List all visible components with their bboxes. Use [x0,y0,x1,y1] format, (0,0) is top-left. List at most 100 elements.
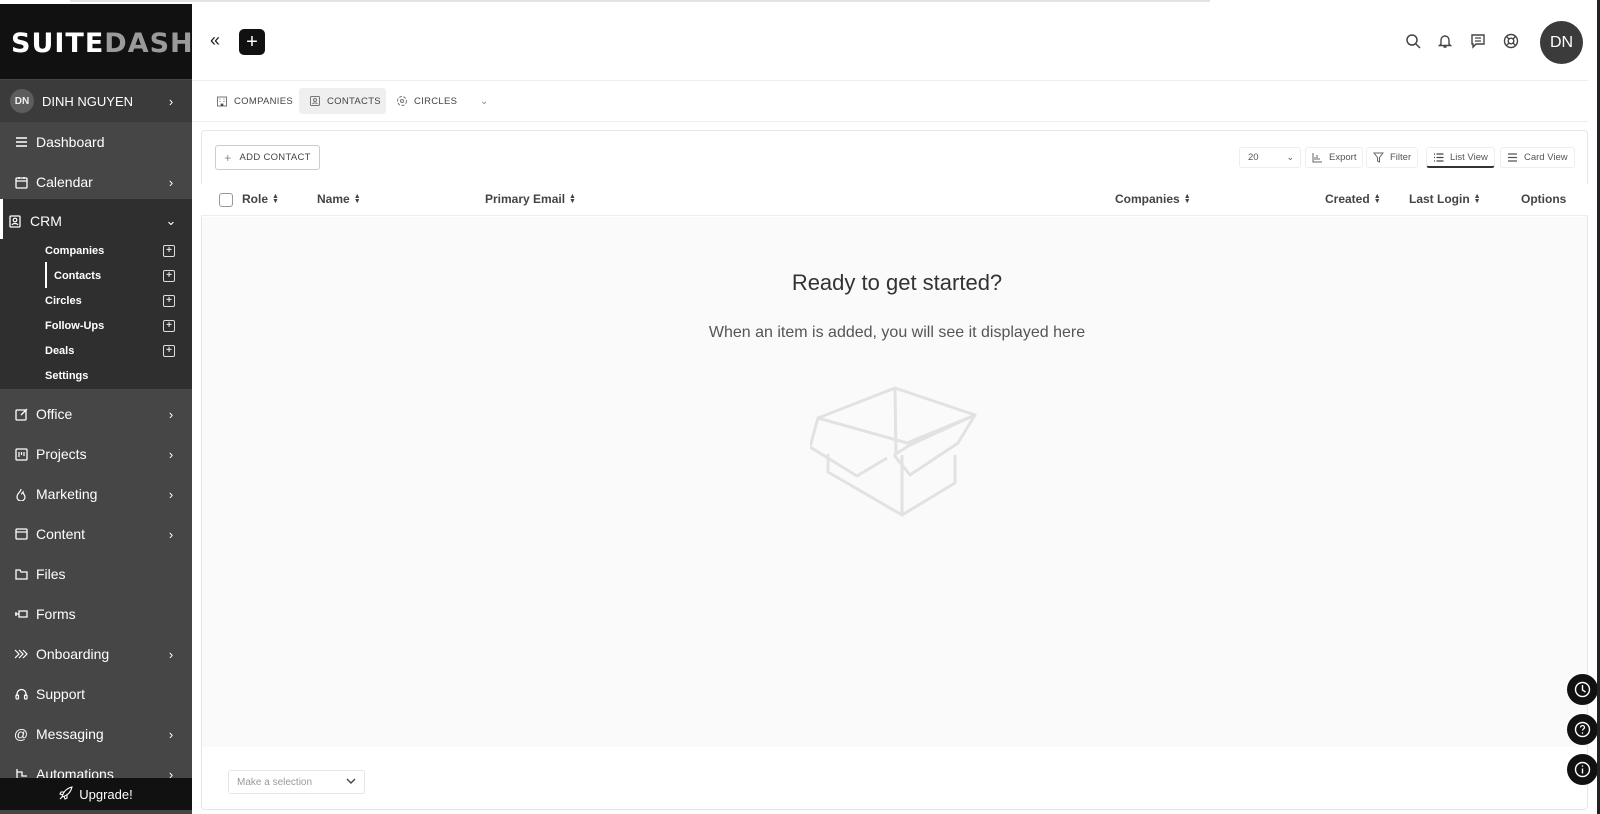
nav-messaging-label: Messaging [36,726,104,742]
empty-state-subtitle: When an item is added, you will see it d… [708,324,1086,341]
nav-calendar[interactable]: Calendar › [0,162,192,202]
sidebar-item-label: Deals [45,345,75,357]
building-icon [216,95,228,107]
lifebuoy-icon[interactable] [1503,33,1521,51]
logo[interactable]: SUITEDASH [11,28,194,59]
tab-companies[interactable]: COMPANIES [216,88,293,114]
upgrade-button[interactable]: Upgrade! [0,778,192,810]
user-name: DINH NGUYEN [42,93,134,109]
user-avatar-large[interactable]: DN [1540,21,1583,64]
nav-calendar-label: Calendar [36,174,93,190]
bell-icon[interactable] [1437,33,1455,51]
sidebar-item-settings[interactable]: Settings [45,366,175,386]
column-primary-email[interactable]: Primary Email ▲ ▼ [485,192,576,206]
collapse-sidebar-icon[interactable]: « [210,30,220,51]
sidebar-item-label: Settings [45,370,89,382]
nav-forms[interactable]: Forms [0,594,192,634]
sort-icon: ▲ ▼ [569,193,576,205]
add-contact-button[interactable]: + ADD CONTACT [215,145,320,170]
column-label: Options [1521,192,1567,206]
chevron-right-icon: › [168,406,174,422]
at-icon: @ [13,726,29,742]
sidebar-item-followups[interactable]: Follow-Ups + [45,316,175,336]
chevron-down-icon: ⌄ [165,213,177,228]
sidebar-item-contacts[interactable]: Contacts + [54,266,175,286]
nav-dashboard[interactable]: Dashboard [0,122,192,162]
top-header [192,4,1588,81]
add-followup-icon[interactable]: + [163,320,175,332]
sort-icon: ▲ ▼ [1473,193,1481,205]
nav-support[interactable]: Support [0,674,192,714]
sort-icon: ▲ ▼ [353,193,361,205]
export-button[interactable]: Export [1305,147,1364,168]
column-label: Last Login [1409,192,1470,206]
sidebar-item-companies[interactable]: Companies + [45,241,175,261]
sidebar-item-deals[interactable]: Deals + [45,341,175,361]
tabs-more-chevron-icon[interactable]: ⌄ [480,88,489,114]
column-created[interactable]: Created ▲ ▼ [1325,192,1381,206]
info-icon[interactable] [1567,754,1598,785]
card-view-icon [1508,153,1517,162]
column-label: Primary Email [485,192,566,206]
contact-card-icon [8,214,22,228]
list-view-button[interactable]: List View [1426,147,1495,168]
empty-box-icon [810,386,977,517]
select-all-checkbox[interactable] [219,193,233,207]
list-view-label: List View [1450,151,1488,163]
column-role[interactable]: Role ▲ ▼ [242,192,279,206]
filter-icon [1373,152,1384,163]
nav-files[interactable]: Files [0,554,192,594]
filter-button[interactable]: Filter [1366,147,1419,168]
nav-content[interactable]: Content › [0,514,192,554]
nav-forms-label: Forms [36,606,76,622]
help-icon[interactable] [1567,714,1598,745]
sidebar-item-circles[interactable]: Circles + [45,291,175,311]
quick-add-button[interactable]: + [239,29,265,55]
per-page-select[interactable]: 20 ⌄ [1239,147,1301,168]
clock-icon[interactable] [1567,674,1598,705]
column-companies[interactable]: Companies ▲ ▼ [1115,192,1191,206]
add-contact-label: ADD CONTACT [239,152,311,163]
chevron-right-icon: › [168,446,174,462]
bulk-action-select[interactable]: Make a selection [228,770,365,794]
column-last-login[interactable]: Last Login ▲ ▼ [1409,192,1481,206]
edit-icon [14,407,28,421]
nav-crm[interactable]: CRM ⌄ [0,201,192,241]
contact-card-icon [309,95,321,107]
card-view-button[interactable]: Card View [1500,147,1575,168]
logo-area: SUITEDASH [0,4,194,79]
add-deal-icon[interactable]: + [163,345,175,357]
tab-circles[interactable]: CIRCLES [396,88,457,114]
nav-messaging[interactable]: @ Messaging › [0,714,192,754]
nav-projects[interactable]: Projects › [0,434,192,474]
tab-contacts[interactable]: CONTACTS [299,88,386,114]
sort-icon: ▲ ▼ [272,193,279,205]
add-contact-icon[interactable]: + [163,270,175,282]
projects-icon [14,447,28,461]
search-icon[interactable] [1405,33,1423,51]
plus-icon: + [224,150,232,165]
nav-office-label: Office [36,406,73,422]
chat-icon[interactable] [1470,33,1488,51]
column-options: Options [1521,192,1566,206]
filter-label: Filter [1390,152,1412,163]
sidebar-item-label: Circles [45,295,82,307]
per-page-value: 20 [1248,152,1259,163]
chevron-right-icon: › [168,526,174,542]
nav-office[interactable]: Office › [0,394,192,434]
nav-marketing[interactable]: Marketing › [0,474,192,514]
column-label: Role [242,192,269,206]
column-name[interactable]: Name ▲ ▼ [317,192,361,206]
calendar-icon [14,175,28,189]
list-icon [1434,152,1444,162]
add-circle-icon[interactable]: + [163,295,175,307]
folder-icon [14,567,28,581]
empty-state-title: Ready to get started? [791,270,1003,295]
user-menu[interactable]: DN DINH NGUYEN › [0,80,192,122]
nav-onboarding[interactable]: Onboarding › [0,634,192,674]
add-company-icon[interactable]: + [163,245,175,257]
logo-text-2: E [84,28,105,59]
sidebar-item-label: Follow-Ups [45,320,105,332]
chevron-right-icon: › [168,93,174,109]
chart-icon [1312,153,1322,163]
